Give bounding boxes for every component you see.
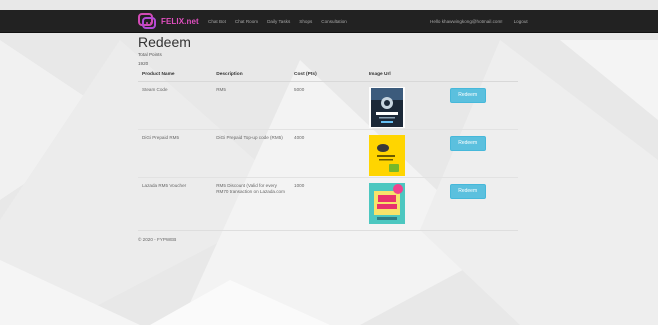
product-description: DiGi Prepaid Top-up code (RM5) bbox=[212, 129, 291, 178]
nav-daily-tasks[interactable]: Daily Tasks bbox=[267, 19, 290, 24]
redeem-button[interactable]: Redeem bbox=[449, 136, 486, 151]
product-description: RM5 Discount (Valid for every RM70 trans… bbox=[212, 177, 291, 231]
nav-chat-bot[interactable]: Chat Bot bbox=[208, 19, 226, 24]
top-navbar: FELIX.net Chat Bot Chat Room Daily Tasks… bbox=[0, 10, 658, 33]
redeem-button[interactable]: Redeem bbox=[449, 88, 486, 103]
footer-text: © 2020 - FYPWEB bbox=[138, 237, 177, 242]
footer-divider bbox=[138, 230, 518, 231]
table-row: DiGi Prepaid RM5 DiGi Prepaid Top-up cod… bbox=[138, 129, 518, 178]
product-cost: 4000 bbox=[290, 129, 365, 178]
product-description: RM5 bbox=[212, 81, 291, 130]
user-greeting-link[interactable]: Hello khawwingkong@hotmail.com! bbox=[430, 19, 503, 24]
page-title: Redeem bbox=[138, 34, 191, 50]
main-content: Redeem Total Points 1920 Product Name De… bbox=[138, 34, 518, 231]
table-row: Lazada RM5 Voucher RM5 Discount (Valid f… bbox=[138, 177, 518, 231]
table-header-row: Product Name Description Cost (Pts) Imag… bbox=[138, 69, 518, 82]
total-points-label: Total Points bbox=[138, 52, 162, 57]
redeem-cell: Redeem bbox=[445, 81, 518, 130]
nav-consultation[interactable]: Consultation bbox=[321, 19, 347, 24]
product-image-cell bbox=[364, 177, 446, 231]
digi-card-image bbox=[368, 135, 405, 176]
header-description: Description bbox=[212, 69, 291, 82]
product-image-cell bbox=[364, 129, 446, 178]
redeem-button[interactable]: Redeem bbox=[449, 184, 486, 199]
header-action bbox=[445, 69, 518, 82]
total-points-value: 1920 bbox=[138, 61, 149, 66]
brand-name: FELIX.net bbox=[161, 16, 199, 26]
brand-link[interactable]: FELIX.net bbox=[137, 11, 199, 31]
product-cost: 5000 bbox=[290, 81, 365, 130]
felix-logo-icon bbox=[138, 13, 156, 29]
logout-link[interactable]: Logout bbox=[514, 19, 528, 24]
header-product-name: Product Name bbox=[138, 69, 213, 82]
main-nav: Chat Bot Chat Room Daily Tasks Shops Con… bbox=[208, 10, 356, 32]
table-row: Steam Code RM5 5000 Redeem bbox=[138, 81, 518, 130]
header-cost: Cost (Pts) bbox=[290, 69, 365, 82]
steam-card-image bbox=[368, 87, 405, 128]
redeem-cell: Redeem bbox=[445, 177, 518, 231]
user-nav: Hello khawwingkong@hotmail.com! Logout bbox=[430, 10, 539, 32]
redeem-cell: Redeem bbox=[445, 129, 518, 178]
product-name: Steam Code bbox=[138, 81, 213, 130]
nav-chat-room[interactable]: Chat Room bbox=[235, 19, 258, 24]
product-cost: 1000 bbox=[290, 177, 365, 231]
product-name: Lazada RM5 Voucher bbox=[138, 177, 213, 231]
header-image-url: Image Url bbox=[364, 69, 446, 82]
redeem-table: Product Name Description Cost (Pts) Imag… bbox=[138, 69, 518, 231]
nav-shops[interactable]: Shops bbox=[299, 19, 312, 24]
product-image-cell bbox=[364, 81, 446, 130]
lazada-voucher-image bbox=[368, 183, 405, 224]
product-name: DiGi Prepaid RM5 bbox=[138, 129, 213, 178]
